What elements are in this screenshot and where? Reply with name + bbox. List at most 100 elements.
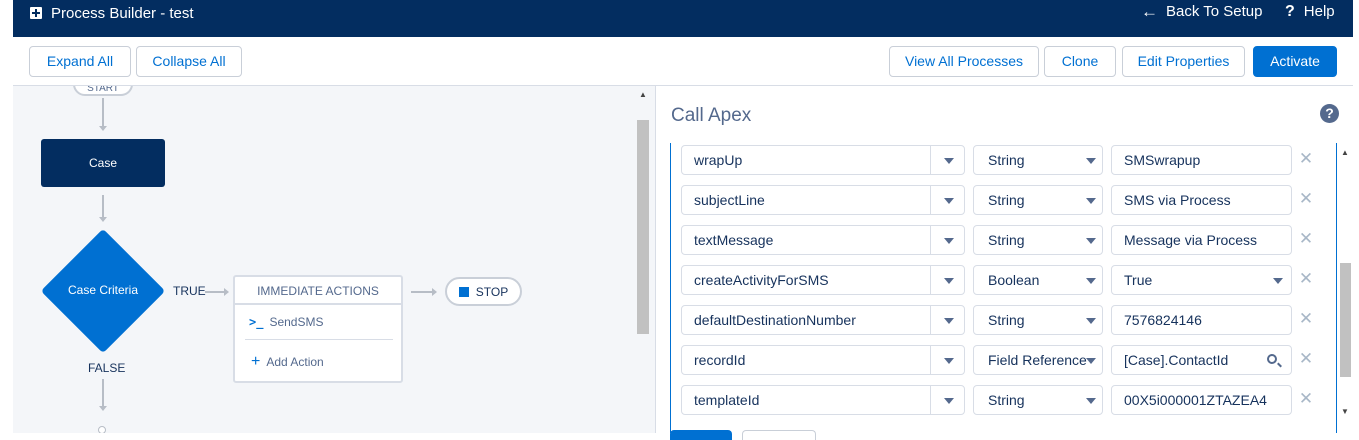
scroll-up-icon[interactable]: ▲ bbox=[639, 90, 647, 99]
value-input[interactable]: 00X5i000001ZTAZEA4 bbox=[1111, 385, 1292, 415]
field-name: defaultDestinationNumber bbox=[694, 312, 856, 328]
clone-button[interactable]: Clone bbox=[1044, 46, 1116, 77]
chevron-down-icon bbox=[1273, 278, 1283, 284]
chevron-down-icon bbox=[944, 158, 954, 164]
immediate-actions-box: IMMEDIATE ACTIONS >_ SendSMS + Add Actio… bbox=[233, 275, 403, 383]
parameter-row: templateId String 00X5i000001ZTAZEA4 ✕ bbox=[671, 385, 1336, 425]
delete-row-icon[interactable]: ✕ bbox=[1298, 229, 1314, 249]
field-name: textMessage bbox=[694, 232, 774, 248]
type-value: String bbox=[988, 312, 1025, 328]
type-select[interactable]: String bbox=[973, 145, 1103, 175]
connector-line bbox=[411, 291, 433, 293]
arrow-down-icon bbox=[99, 217, 107, 222]
arrow-down-icon bbox=[99, 126, 107, 131]
immediate-actions-header: IMMEDIATE ACTIONS bbox=[235, 277, 401, 305]
scroll-up-icon[interactable]: ▲ bbox=[1341, 148, 1349, 157]
type-select[interactable]: String bbox=[973, 305, 1103, 335]
delete-row-icon[interactable]: ✕ bbox=[1298, 309, 1314, 329]
type-select[interactable]: Boolean bbox=[973, 265, 1103, 295]
type-select[interactable]: String bbox=[973, 185, 1103, 215]
scrollbar-thumb[interactable] bbox=[1340, 263, 1351, 377]
field-picklist[interactable]: recordId bbox=[681, 345, 965, 375]
delete-row-icon[interactable]: ✕ bbox=[1298, 389, 1314, 409]
parameter-list: wrapUp String SMSwrapup ✕ subjectLine St… bbox=[670, 143, 1337, 433]
type-select[interactable]: String bbox=[973, 385, 1103, 415]
chevron-down-icon bbox=[944, 358, 954, 364]
type-value: String bbox=[988, 152, 1025, 168]
add-action-button[interactable]: + Add Action bbox=[251, 353, 324, 370]
value-text: SMS via Process bbox=[1124, 192, 1231, 208]
delete-row-icon[interactable]: ✕ bbox=[1298, 149, 1314, 169]
delete-row-icon[interactable]: ✕ bbox=[1298, 189, 1314, 209]
value-text: True bbox=[1124, 272, 1153, 288]
criteria-node[interactable]: Case Criteria bbox=[40, 228, 166, 354]
panel-save-button-edge[interactable] bbox=[670, 430, 732, 440]
arrow-right-icon bbox=[224, 288, 229, 296]
field-name: createActivityForSMS bbox=[694, 272, 829, 288]
canvas-scrollbar[interactable]: ▲ bbox=[636, 86, 655, 433]
type-select[interactable]: Field Reference bbox=[973, 345, 1103, 375]
value-select[interactable]: True bbox=[1111, 265, 1292, 295]
action-item-label: SendSMS bbox=[269, 315, 324, 329]
edit-properties-button[interactable]: Edit Properties bbox=[1122, 46, 1245, 77]
start-node: START bbox=[73, 86, 133, 96]
add-action-label: Add Action bbox=[266, 355, 324, 369]
field-picklist[interactable]: subjectLine bbox=[681, 185, 965, 215]
panel-scrollbar[interactable]: ▲ ▼ bbox=[1339, 145, 1354, 421]
app-title: Process Builder - test bbox=[51, 5, 194, 22]
delete-row-icon[interactable]: ✕ bbox=[1298, 349, 1314, 369]
value-input[interactable]: SMS via Process bbox=[1111, 185, 1292, 215]
chevron-down-icon bbox=[1086, 278, 1096, 284]
connector-line bbox=[102, 379, 104, 407]
field-picklist[interactable]: defaultDestinationNumber bbox=[681, 305, 965, 335]
back-to-setup-link[interactable]: ← Back To Setup bbox=[1141, 3, 1262, 21]
parameter-row: textMessage String Message via Process ✕ bbox=[671, 225, 1336, 265]
delete-row-icon[interactable]: ✕ bbox=[1298, 269, 1314, 289]
help-link[interactable]: ? Help bbox=[1285, 3, 1335, 21]
type-value: Field Reference bbox=[988, 352, 1087, 368]
apex-icon: >_ bbox=[249, 315, 264, 329]
value-text: 7576824146 bbox=[1124, 312, 1202, 328]
action-item-sendsms[interactable]: >_ SendSMS bbox=[249, 315, 323, 329]
help-label: Help bbox=[1303, 3, 1335, 20]
value-text: [Case].ContactId bbox=[1124, 352, 1229, 368]
field-name: subjectLine bbox=[694, 192, 765, 208]
chevron-down-icon bbox=[1086, 198, 1096, 204]
chevron-down-icon bbox=[1086, 158, 1096, 164]
type-select[interactable]: String bbox=[973, 225, 1103, 255]
expand-all-button[interactable]: Expand All bbox=[29, 46, 131, 77]
value-text: Message via Process bbox=[1124, 232, 1258, 248]
app-header: Process Builder - test ← Back To Setup ?… bbox=[13, 0, 1353, 37]
field-picklist[interactable]: templateId bbox=[681, 385, 965, 415]
chevron-down-icon bbox=[1086, 238, 1096, 244]
scroll-down-icon[interactable]: ▼ bbox=[1341, 407, 1349, 416]
value-input[interactable]: Message via Process bbox=[1111, 225, 1292, 255]
parameter-row: subjectLine String SMS via Process ✕ bbox=[671, 185, 1336, 225]
type-value: String bbox=[988, 192, 1025, 208]
activate-button[interactable]: Activate bbox=[1253, 46, 1337, 77]
field-picklist[interactable]: createActivityForSMS bbox=[681, 265, 965, 295]
field-name: wrapUp bbox=[694, 152, 743, 168]
value-lookup[interactable]: [Case].ContactId bbox=[1111, 345, 1292, 375]
connector-line bbox=[102, 98, 104, 128]
criteria-label: Case Criteria bbox=[67, 283, 139, 297]
field-picklist[interactable]: wrapUp bbox=[681, 145, 965, 175]
field-name: recordId bbox=[694, 352, 746, 368]
panel-cancel-button-edge[interactable] bbox=[742, 430, 816, 440]
process-canvas[interactable]: START Case Case Criteria TRUE IMMEDIATE … bbox=[13, 86, 655, 433]
plus-icon: + bbox=[251, 353, 261, 370]
help-icon[interactable]: ? bbox=[1320, 104, 1339, 123]
value-input[interactable]: SMSwrapup bbox=[1111, 145, 1292, 175]
view-all-processes-button[interactable]: View All Processes bbox=[889, 46, 1039, 77]
parameter-row: defaultDestinationNumber String 75768241… bbox=[671, 305, 1336, 345]
chevron-down-icon bbox=[944, 198, 954, 204]
search-icon[interactable] bbox=[1267, 354, 1277, 364]
value-input[interactable]: 7576824146 bbox=[1111, 305, 1292, 335]
object-node[interactable]: Case bbox=[41, 139, 165, 187]
field-picklist[interactable]: textMessage bbox=[681, 225, 965, 255]
value-text: SMSwrapup bbox=[1124, 152, 1201, 168]
stop-icon bbox=[458, 286, 469, 297]
stop-node: STOP bbox=[445, 277, 522, 306]
collapse-all-button[interactable]: Collapse All bbox=[136, 46, 242, 77]
scrollbar-thumb[interactable] bbox=[637, 120, 649, 334]
